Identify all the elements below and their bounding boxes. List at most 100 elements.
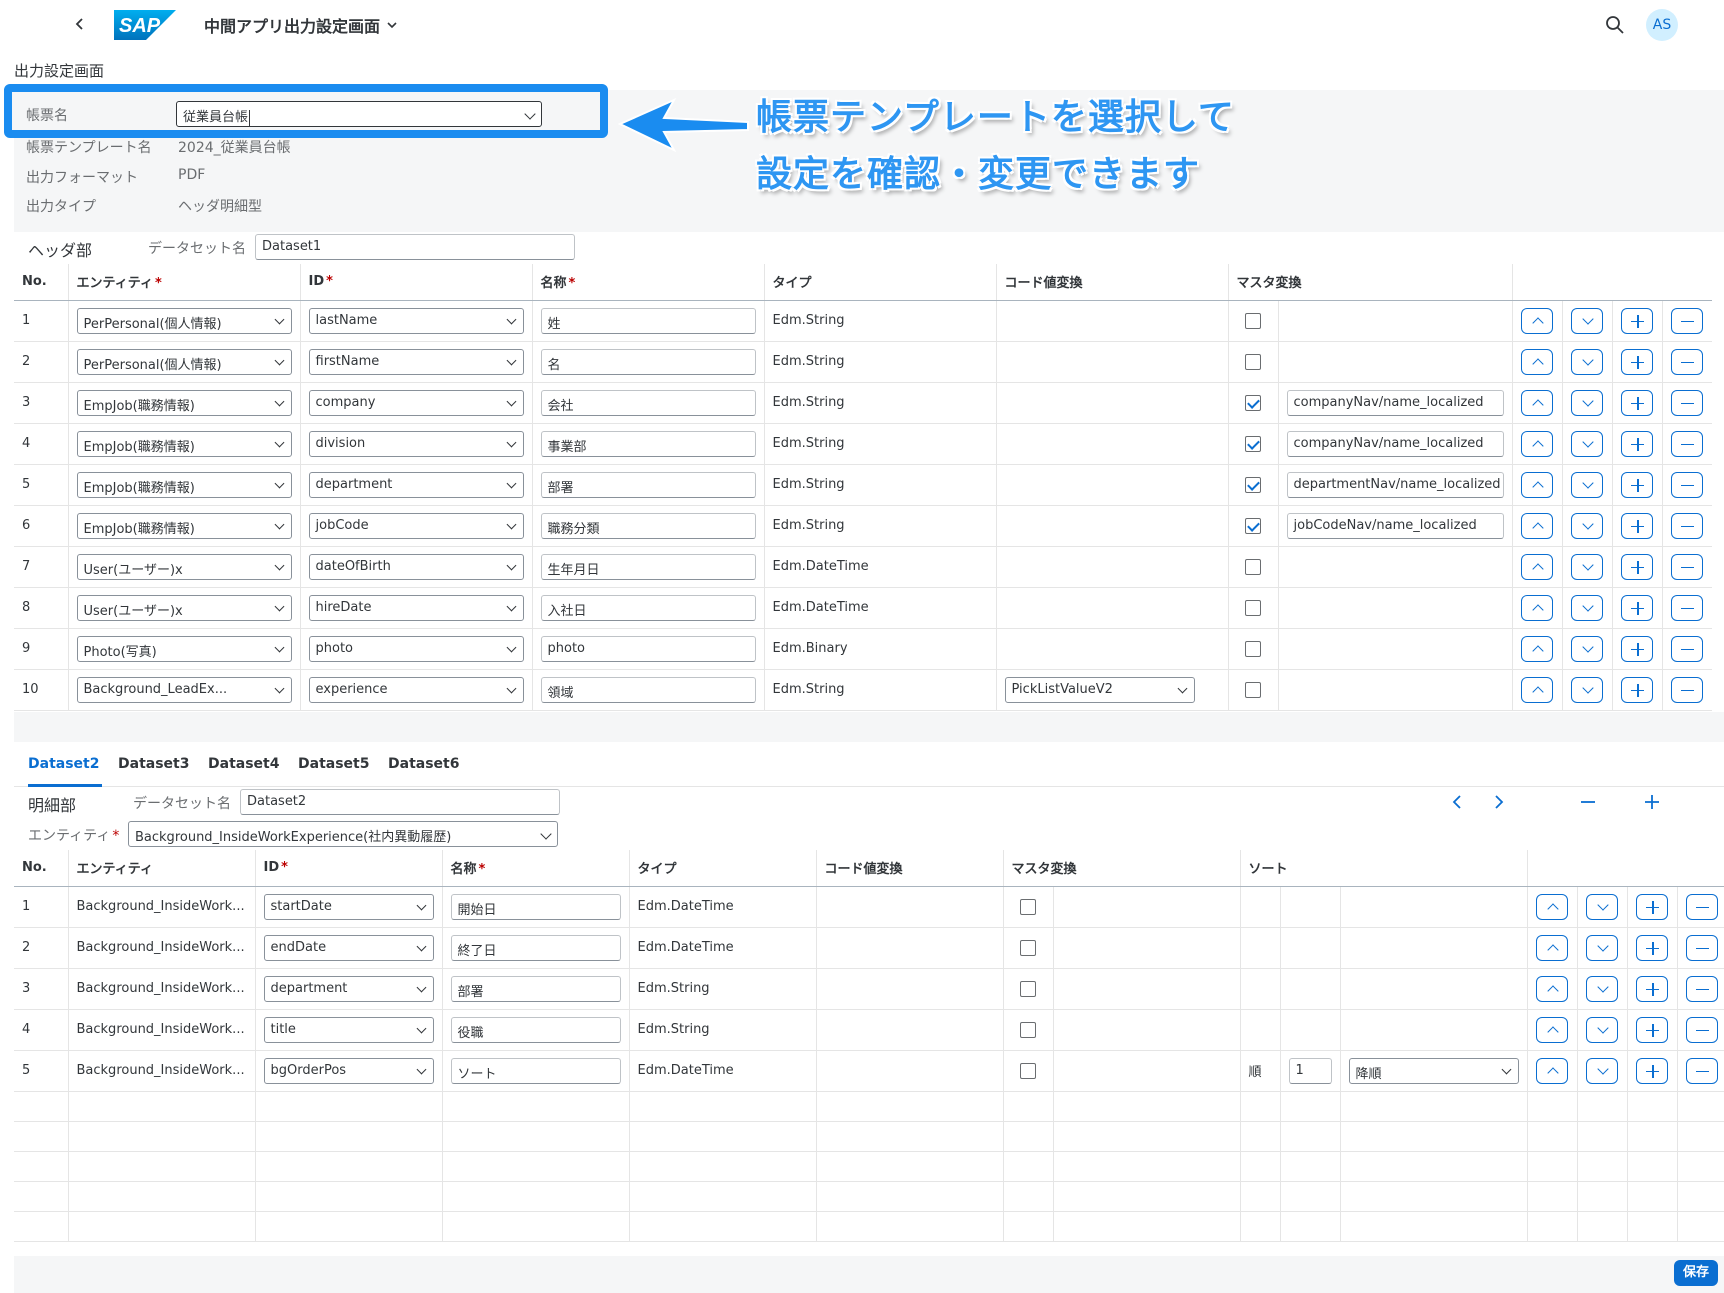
remove-row-button[interactable] xyxy=(1671,512,1704,539)
chevron-right-icon[interactable] xyxy=(1487,791,1509,813)
add-dataset-icon[interactable] xyxy=(1641,791,1663,813)
add-row-button[interactable] xyxy=(1621,553,1654,580)
back-icon[interactable] xyxy=(70,12,90,36)
report-name-select[interactable]: 従業員台帳 xyxy=(176,101,542,127)
name-input[interactable]: 名 xyxy=(540,348,756,375)
app-title-menu[interactable]: 中間アプリ出力設定画面 xyxy=(204,13,398,37)
master-input[interactable]: companyNav/name_localized xyxy=(1286,389,1504,416)
sort-order-input[interactable]: 1 xyxy=(1288,1057,1332,1084)
save-button[interactable]: 保存 xyxy=(1674,1260,1718,1286)
remove-row-button[interactable] xyxy=(1671,307,1704,334)
name-input[interactable]: 事業部 xyxy=(540,430,756,457)
remove-row-button[interactable] xyxy=(1671,594,1704,621)
master-checkbox[interactable] xyxy=(1020,980,1036,997)
master-checkbox[interactable] xyxy=(1245,640,1261,657)
add-row-button[interactable] xyxy=(1636,975,1669,1002)
name-input[interactable]: 終了日 xyxy=(450,934,621,961)
name-input[interactable]: 部署 xyxy=(450,975,621,1002)
add-row-button[interactable] xyxy=(1621,430,1654,457)
master-checkbox[interactable] xyxy=(1245,312,1261,329)
remove-row-button[interactable] xyxy=(1686,934,1719,961)
id-select[interactable]: lastName xyxy=(308,307,524,334)
name-input[interactable]: 役職 xyxy=(450,1016,621,1043)
id-select[interactable]: firstName xyxy=(308,348,524,375)
remove-row-button[interactable] xyxy=(1671,553,1704,580)
add-row-button[interactable] xyxy=(1636,1057,1669,1084)
entity-select[interactable]: PerPersonal(個人情報) xyxy=(76,307,292,334)
move-down-button[interactable] xyxy=(1586,975,1619,1002)
add-row-button[interactable] xyxy=(1621,389,1654,416)
move-down-button[interactable] xyxy=(1571,389,1604,416)
add-row-button[interactable] xyxy=(1636,893,1669,920)
name-input[interactable]: 部署 xyxy=(540,471,756,498)
remove-dataset-icon[interactable] xyxy=(1577,791,1599,813)
move-down-button[interactable] xyxy=(1586,934,1619,961)
master-checkbox[interactable] xyxy=(1245,681,1261,698)
remove-row-button[interactable] xyxy=(1671,389,1704,416)
master-checkbox[interactable] xyxy=(1245,599,1261,616)
name-input[interactable]: 開始日 xyxy=(450,893,621,920)
move-up-button[interactable] xyxy=(1521,389,1554,416)
id-select[interactable]: company xyxy=(308,389,524,416)
id-select[interactable]: jobCode xyxy=(308,512,524,539)
sort-direction-select[interactable]: 降順 xyxy=(1348,1057,1519,1084)
master-checkbox[interactable] xyxy=(1245,517,1261,534)
move-down-button[interactable] xyxy=(1571,553,1604,580)
move-down-button[interactable] xyxy=(1571,635,1604,662)
id-select[interactable]: bgOrderPos xyxy=(263,1057,434,1084)
master-checkbox[interactable] xyxy=(1245,558,1261,575)
add-row-button[interactable] xyxy=(1621,471,1654,498)
name-input[interactable]: 領域 xyxy=(540,676,756,703)
name-input[interactable]: 職務分類 xyxy=(540,512,756,539)
entity-select[interactable]: EmpJob(職務情報) xyxy=(76,430,292,457)
name-input[interactable]: 生年月日 xyxy=(540,553,756,580)
name-input[interactable]: ソート xyxy=(450,1057,621,1084)
move-down-button[interactable] xyxy=(1571,430,1604,457)
name-input[interactable]: photo xyxy=(540,635,756,662)
remove-row-button[interactable] xyxy=(1671,348,1704,375)
tab-dataset4[interactable]: Dataset4 xyxy=(208,756,279,772)
code-select[interactable]: PickListValueV2 xyxy=(1004,676,1195,703)
remove-row-button[interactable] xyxy=(1671,430,1704,457)
remove-row-button[interactable] xyxy=(1686,975,1719,1002)
master-input[interactable]: companyNav/name_localized xyxy=(1286,430,1504,457)
chevron-left-icon[interactable] xyxy=(1447,791,1469,813)
add-row-button[interactable] xyxy=(1636,1016,1669,1043)
move-up-button[interactable] xyxy=(1521,594,1554,621)
tab-dataset5[interactable]: Dataset5 xyxy=(298,756,369,772)
id-select[interactable]: division xyxy=(308,430,524,457)
master-checkbox[interactable] xyxy=(1020,1062,1036,1079)
entity-select[interactable]: EmpJob(職務情報) xyxy=(76,471,292,498)
move-up-button[interactable] xyxy=(1521,430,1554,457)
move-down-button[interactable] xyxy=(1571,471,1604,498)
add-row-button[interactable] xyxy=(1621,512,1654,539)
detail-dataset-input[interactable]: Dataset2 xyxy=(240,789,560,815)
master-checkbox[interactable] xyxy=(1245,476,1261,493)
move-up-button[interactable] xyxy=(1536,1057,1569,1084)
remove-row-button[interactable] xyxy=(1686,893,1719,920)
entity-select[interactable]: Background_LeadEx... xyxy=(76,676,292,703)
move-up-button[interactable] xyxy=(1536,934,1569,961)
tab-dataset2[interactable]: Dataset2 xyxy=(28,756,99,772)
id-select[interactable]: photo xyxy=(308,635,524,662)
master-checkbox[interactable] xyxy=(1245,435,1261,452)
remove-row-button[interactable] xyxy=(1671,471,1704,498)
master-checkbox[interactable] xyxy=(1020,1021,1036,1038)
move-down-button[interactable] xyxy=(1586,893,1619,920)
name-input[interactable]: 入社日 xyxy=(540,594,756,621)
move-up-button[interactable] xyxy=(1536,893,1569,920)
remove-row-button[interactable] xyxy=(1671,635,1704,662)
id-select[interactable]: endDate xyxy=(263,934,434,961)
id-select[interactable]: startDate xyxy=(263,893,434,920)
add-row-button[interactable] xyxy=(1621,676,1654,703)
name-input[interactable]: 姓 xyxy=(540,307,756,334)
move-up-button[interactable] xyxy=(1521,512,1554,539)
remove-row-button[interactable] xyxy=(1686,1057,1719,1084)
entity-select[interactable]: User(ユーザー)x xyxy=(76,553,292,580)
add-row-button[interactable] xyxy=(1636,934,1669,961)
id-select[interactable]: title xyxy=(263,1016,434,1043)
move-up-button[interactable] xyxy=(1521,553,1554,580)
entity-select[interactable]: PerPersonal(個人情報) xyxy=(76,348,292,375)
master-input[interactable]: departmentNav/name_localized xyxy=(1286,471,1504,498)
tab-dataset3[interactable]: Dataset3 xyxy=(118,756,189,772)
